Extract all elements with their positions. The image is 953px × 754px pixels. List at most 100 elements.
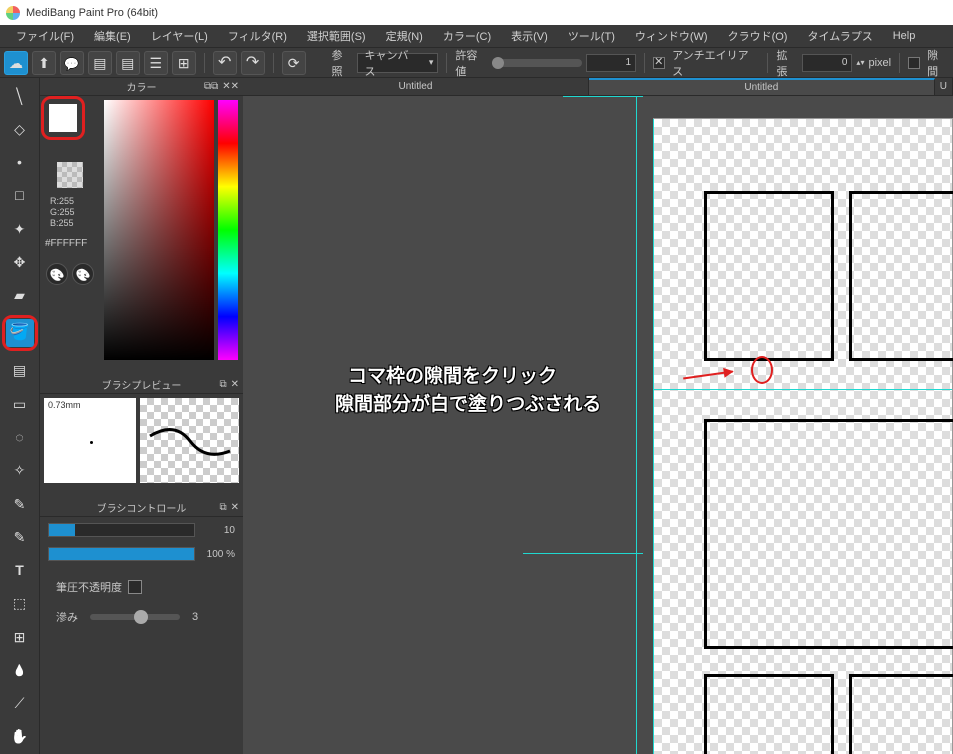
picker-icon	[15, 696, 25, 710]
annotation-line1: コマ枠の隙間をクリック	[348, 361, 557, 388]
shape-tool[interactable]	[6, 182, 34, 209]
hex-input[interactable]	[45, 238, 95, 249]
opt-upload-button[interactable]	[32, 51, 56, 75]
poly-icon	[14, 222, 26, 236]
tab-untitled-1[interactable]: Untitled	[243, 78, 589, 95]
document-tabs: Untitled Untitled U	[243, 78, 953, 96]
opt-comment-button[interactable]	[60, 51, 84, 75]
slider-thumb[interactable]	[492, 57, 504, 69]
brush-dot	[90, 441, 93, 444]
lasso-icon	[15, 430, 23, 444]
menu-file[interactable]: ファイル(F)	[6, 25, 84, 47]
square-icon	[15, 188, 23, 202]
opt-list-button[interactable]	[144, 51, 168, 75]
palette-btns	[46, 263, 94, 285]
undo-button[interactable]	[213, 51, 237, 75]
menu-color[interactable]: カラー(C)	[433, 25, 501, 47]
brush-tool[interactable]	[6, 82, 34, 109]
popup-icon[interactable]: ⧉	[204, 81, 218, 92]
eraser-tool[interactable]	[6, 115, 34, 142]
koma-panel	[704, 419, 953, 649]
hand-icon	[11, 729, 28, 743]
rgb-r: R:255	[50, 196, 90, 207]
opt-grid-button[interactable]	[172, 51, 196, 75]
operation-tool[interactable]	[6, 590, 34, 617]
bucket-tool[interactable]	[6, 319, 34, 347]
move-tool[interactable]	[6, 248, 34, 275]
canvas-area: Untitled Untitled U コマ枠の隙間をクリック 隙間部分が白	[243, 78, 953, 754]
canvas-viewport[interactable]: コマ枠の隙間をクリック 隙間部分が白で塗りつぶされる	[243, 96, 953, 754]
close-icon[interactable]: ✕	[222, 81, 239, 92]
drop-tool[interactable]	[6, 656, 34, 683]
menu-timelapse[interactable]: タイムラプス	[797, 25, 882, 47]
menu-layer[interactable]: レイヤー(L)	[141, 25, 218, 47]
brush-opacity-slider[interactable]	[48, 547, 195, 561]
redo-button[interactable]	[241, 51, 265, 75]
close-icon[interactable]: ✕	[231, 502, 239, 513]
text-tool[interactable]	[6, 556, 34, 583]
rgb-readout: R:255 G:255 B:255	[50, 196, 90, 228]
separator	[446, 53, 447, 73]
menu-edit[interactable]: 編集(E)	[84, 25, 141, 47]
menu-help[interactable]: Help	[883, 27, 926, 45]
brush-size-slider[interactable]	[48, 523, 195, 537]
guide-line	[654, 389, 952, 390]
hand-tool[interactable]	[6, 723, 34, 750]
tab-untitled-3[interactable]: U	[935, 78, 953, 95]
opt-aa-checkbox[interactable]	[653, 57, 665, 69]
popup-icon[interactable]: ⧉	[219, 379, 226, 390]
selrect-icon: ▭	[13, 397, 26, 411]
opt-ref-dropdown[interactable]: キャンバス	[357, 53, 438, 73]
menu-tool[interactable]: ツール(T)	[558, 25, 625, 47]
lasso-tool[interactable]	[6, 423, 34, 450]
sv-square[interactable]	[104, 100, 214, 360]
divide-tool[interactable]	[6, 623, 34, 650]
opt-expand-input[interactable]	[802, 54, 852, 72]
fill-tool[interactable]	[6, 282, 34, 309]
opt-tol-label: 許容値	[455, 47, 488, 79]
poly-tool[interactable]	[6, 215, 34, 242]
menu-select[interactable]: 選択範囲(S)	[297, 25, 376, 47]
tab-untitled-2[interactable]: Untitled	[589, 78, 935, 95]
brush-size-row: 10	[48, 523, 235, 537]
selpen-tool[interactable]	[6, 490, 34, 517]
tab-label: Untitled	[744, 82, 778, 93]
opt-tolerance-input[interactable]	[586, 54, 636, 72]
menu-view[interactable]: 表示(V)	[501, 25, 558, 47]
dot-tool[interactable]	[6, 149, 34, 176]
page-surface[interactable]	[653, 118, 953, 754]
popup-icon[interactable]: ⧉	[219, 502, 226, 513]
wand-tool[interactable]	[6, 457, 34, 484]
opt-tolerance-slider[interactable]	[492, 59, 582, 67]
palette-button-1[interactable]	[46, 263, 68, 285]
gradient-tool[interactable]	[6, 357, 34, 384]
upload-icon	[38, 56, 50, 70]
stepper-icon[interactable]: ▴▾	[856, 58, 864, 67]
eyedropper-tool[interactable]	[6, 690, 34, 717]
separator	[273, 53, 274, 73]
close-icon[interactable]: ✕	[231, 379, 239, 390]
palette-button-2[interactable]	[72, 263, 94, 285]
opt-cloud-button[interactable]	[4, 51, 28, 75]
hue-strip[interactable]	[218, 100, 238, 360]
pressure-label: 筆圧不透明度	[56, 579, 122, 595]
guide-line	[523, 553, 643, 554]
seleraser-tool[interactable]	[6, 523, 34, 550]
opt-expand-unit: pixel	[868, 57, 891, 69]
slider-thumb[interactable]	[134, 610, 148, 624]
menu-filter[interactable]: フィルタ(R)	[218, 25, 297, 47]
fill-icon	[14, 288, 25, 302]
opt-doc-button[interactable]	[88, 51, 112, 75]
menu-ruler[interactable]: 定規(N)	[376, 25, 433, 47]
select-rect-tool[interactable]: ▭	[6, 390, 34, 417]
transparent-swatch[interactable]	[57, 162, 83, 188]
nijimi-slider[interactable]	[90, 614, 180, 620]
opt-loading-button[interactable]	[282, 51, 306, 75]
pressure-checkbox[interactable]	[128, 580, 142, 594]
opt-page-button[interactable]	[116, 51, 140, 75]
selpen-icon	[14, 497, 26, 511]
menu-cloud[interactable]: クラウド(O)	[718, 25, 798, 47]
menu-window[interactable]: ウィンドウ(W)	[625, 25, 718, 47]
opt-gap-checkbox[interactable]	[908, 57, 920, 69]
color-panel: R:255 G:255 B:255	[40, 96, 243, 376]
